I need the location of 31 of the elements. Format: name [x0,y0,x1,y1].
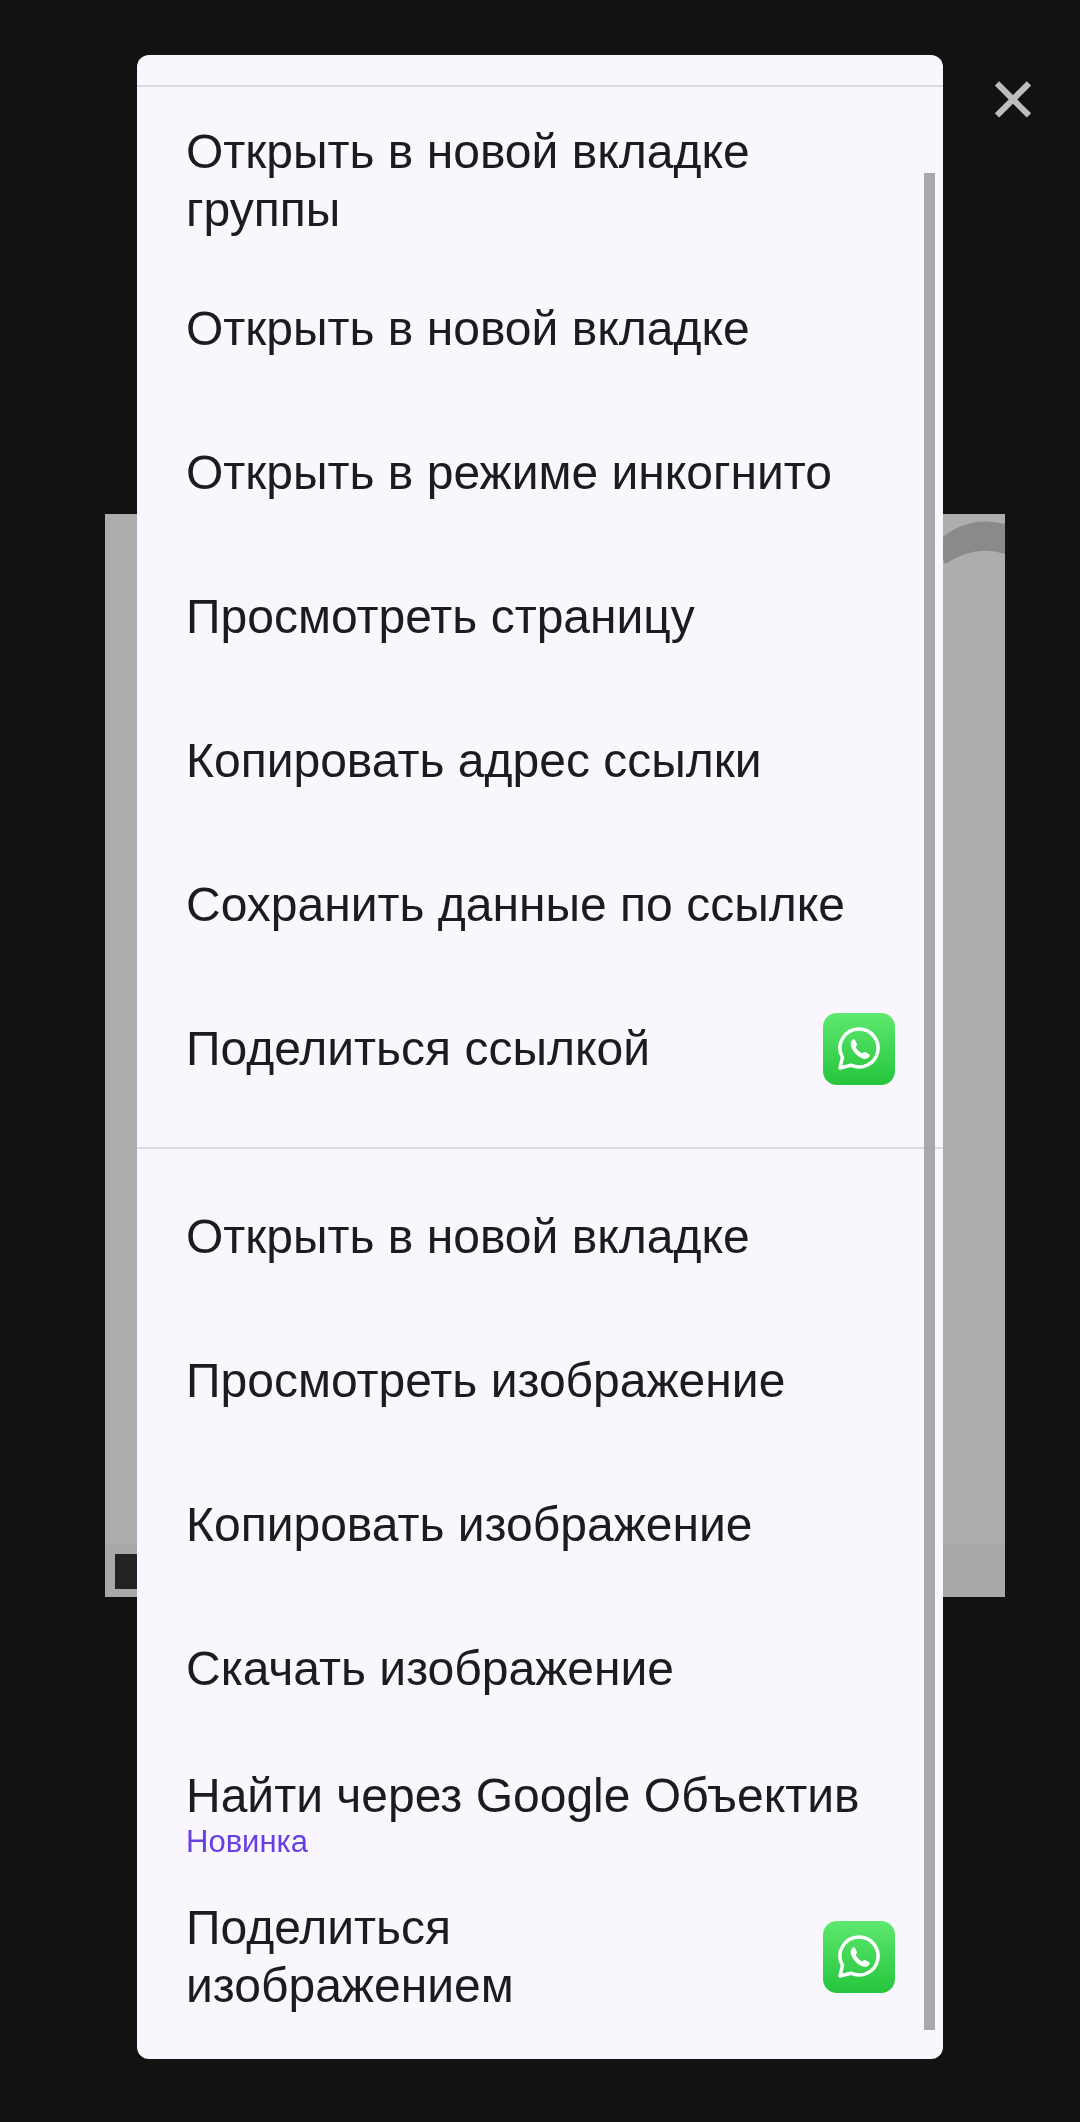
menu-item-label: Сохранить данные по ссылке [186,877,845,933]
menu-item[interactable]: Открыть в новой вкладке [137,257,943,401]
menu-item[interactable]: Копировать адрес ссылки [137,689,943,833]
menu-item[interactable]: Открыть в новой вкладке [137,1165,943,1309]
menu-item[interactable]: Скачать изображение [137,1597,943,1741]
menu-item-label: Копировать изображение [186,1497,753,1553]
menu-item-label: Поделиться изображением [186,1900,515,2014]
menu-item[interactable]: Поделиться изображением [137,1885,943,2029]
menu-item-label: Открыть в новой вкладке группы [186,124,751,238]
menu-item-label: Скачать изображение [186,1641,674,1697]
menu-item-label: Найти через Google Объектив [186,1768,860,1824]
menu-item-label: Открыть в новой вкладке [186,301,750,357]
menu-item[interactable]: Просмотреть изображение [137,1309,943,1453]
menu-item[interactable]: Поделиться ссылкой [137,977,943,1121]
menu-item[interactable]: Открыть в режиме инкогнито [137,401,943,545]
menu-item[interactable]: Открыть в новой вкладке группы [137,91,943,257]
menu-item-label: Поделиться ссылкой [186,1021,650,1077]
chat-app-icon[interactable] [823,1013,895,1085]
menu-item-label: Открыть в режиме инкогнито [186,445,832,501]
menu-item[interactable]: Просмотреть страницу [137,545,943,689]
close-button[interactable]: ✕ [982,68,1044,134]
chat-app-icon[interactable] [823,1921,895,1993]
menu-item[interactable]: Сохранить данные по ссылке [137,833,943,977]
menu-item-label: Открыть в новой вкладке [186,1209,750,1265]
scrollbar[interactable] [924,173,935,2030]
menu-item-label: Просмотреть изображение [186,1353,786,1409]
menu-item-label: Копировать адрес ссылки [186,733,762,789]
menu-item-label: Просмотреть страницу [186,589,695,645]
new-label: Новинка [186,1825,310,1859]
menu-item[interactable]: Копировать изображение [137,1453,943,1597]
menu-item[interactable]: Найти через Google Объектив Новинка [137,1741,943,1885]
